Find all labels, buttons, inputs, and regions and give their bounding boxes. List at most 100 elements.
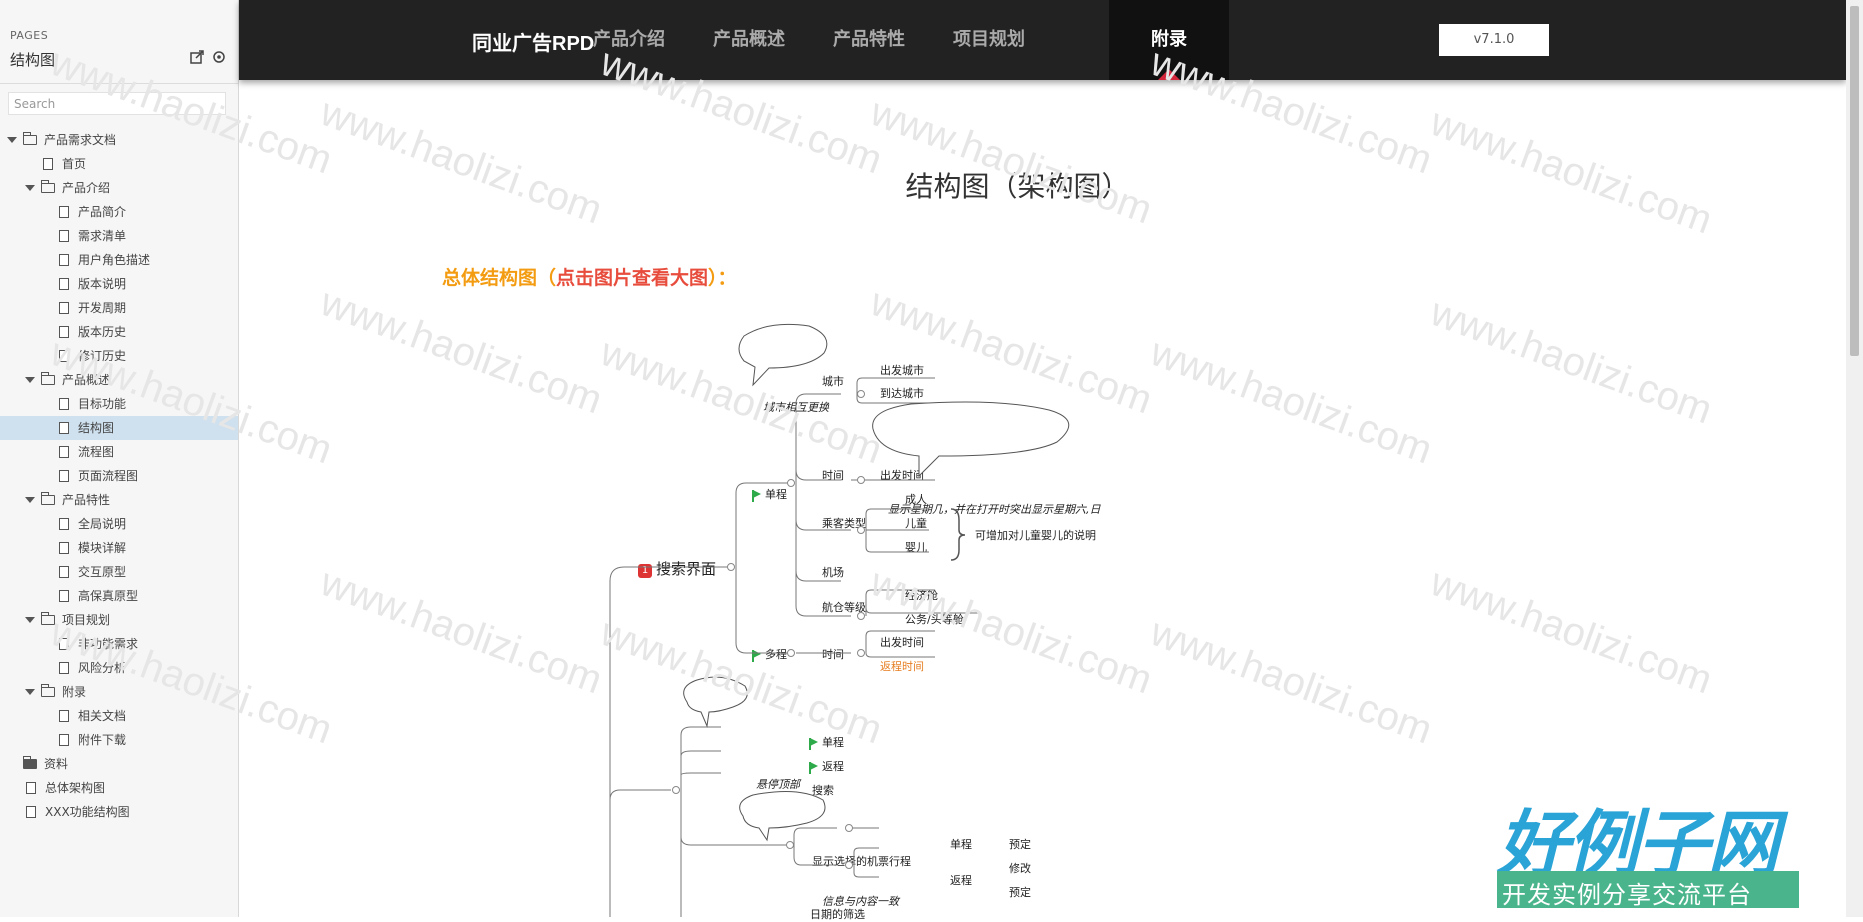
folder-icon xyxy=(22,132,37,145)
page-icon xyxy=(59,518,69,530)
tree-item[interactable]: 附录 xyxy=(0,680,238,704)
tree-item[interactable]: 开发周期 xyxy=(0,296,238,320)
connector xyxy=(795,483,851,531)
tree-item-label: 需求清单 xyxy=(78,229,127,243)
page-icon xyxy=(59,350,69,362)
sidebar: PAGES 结构图 产品需求文档首页产品介绍产品简介需求清单用户角色描述版本说明… xyxy=(0,0,239,917)
connector xyxy=(795,393,841,483)
expand-toggle-icon[interactable] xyxy=(7,137,17,143)
tree-item-label: 总体架构图 xyxy=(45,781,106,795)
tree-item-label: 资料 xyxy=(44,757,69,771)
page-icon xyxy=(59,638,69,650)
tree-item[interactable]: 非功能需求 xyxy=(0,632,238,656)
collapse-toggle xyxy=(845,824,853,832)
expand-toggle-icon[interactable] xyxy=(25,185,35,191)
tree-item[interactable]: 产品需求文档 xyxy=(0,128,238,152)
callout-top xyxy=(683,676,748,728)
callout-city-swap xyxy=(738,323,828,387)
collapse-toggle xyxy=(857,526,865,534)
page-icon xyxy=(26,782,36,794)
tree-item[interactable]: 总体架构图 xyxy=(0,776,238,800)
collapse-toggle xyxy=(727,563,735,571)
tree-item[interactable]: 页面流程图 xyxy=(0,464,238,488)
tree-item-label: 高保真原型 xyxy=(78,589,139,603)
collapse-toggle xyxy=(857,612,865,620)
tree-item[interactable]: 相关文档 xyxy=(0,704,238,728)
tree-item[interactable]: 全局说明 xyxy=(0,512,238,536)
collapse-toggle xyxy=(786,841,794,849)
tree-item[interactable]: 版本说明 xyxy=(0,272,238,296)
page-icon xyxy=(59,326,69,338)
nav-item-product-overview[interactable]: 产品概述 xyxy=(689,0,809,80)
nav-item-product-features[interactable]: 产品特性 xyxy=(809,0,929,80)
connector xyxy=(680,750,721,790)
expand-toggle-icon[interactable] xyxy=(25,689,35,695)
tree-item[interactable]: 产品介绍 xyxy=(0,176,238,200)
connector xyxy=(865,607,932,616)
nav-item-product-intro[interactable]: 产品介绍 xyxy=(569,0,689,80)
tree-item[interactable]: 资料 xyxy=(0,752,238,776)
connector xyxy=(793,827,837,845)
version-box: v7.1.0 xyxy=(1439,24,1549,56)
export-icon[interactable] xyxy=(190,50,204,64)
tree-item[interactable]: 版本历史 xyxy=(0,320,238,344)
nav-item-appendix[interactable]: 附录 xyxy=(1109,0,1229,80)
tree-item-label: 附件下载 xyxy=(78,733,127,747)
tree-item[interactable]: 目标功能 xyxy=(0,392,238,416)
collapse-toggle xyxy=(787,479,795,487)
connector xyxy=(865,630,913,653)
passenger-brace xyxy=(950,508,966,561)
connector xyxy=(680,726,721,790)
tree-item[interactable]: 风险分析 xyxy=(0,656,238,680)
current-page-title: 结构图 xyxy=(10,51,56,69)
page-icon xyxy=(59,302,69,314)
tree-item[interactable]: 修订历史 xyxy=(0,344,238,368)
expand-toggle-icon[interactable] xyxy=(25,617,35,623)
scrollbar-thumb[interactable] xyxy=(1850,6,1859,356)
tree-item[interactable]: 项目规划 xyxy=(0,608,238,632)
expand-toggle-icon[interactable] xyxy=(25,377,35,383)
tree-item[interactable]: 高保真原型 xyxy=(0,584,238,608)
connector xyxy=(865,652,913,658)
callout-weekday xyxy=(872,401,1070,478)
tree-item[interactable]: 产品概述 xyxy=(0,368,238,392)
page-icon xyxy=(59,422,69,434)
tree-item-label: XXX功能结构图 xyxy=(45,805,130,819)
page-tree: 产品需求文档首页产品介绍产品简介需求清单用户角色描述版本说明开发周期 版本历史 修订… xyxy=(0,128,238,824)
callout-consistent xyxy=(739,791,826,842)
page-icon xyxy=(59,230,69,242)
tree-item-label: 产品介绍 xyxy=(62,181,111,195)
collapse-toggle xyxy=(787,649,795,657)
tree-item-label: 版本说明 xyxy=(78,277,127,291)
connector xyxy=(609,566,731,582)
page-icon xyxy=(43,158,53,170)
tree-item-label: 模块详解 xyxy=(78,541,127,555)
connector xyxy=(680,772,721,790)
expand-toggle-icon[interactable] xyxy=(25,497,35,503)
search-input[interactable] xyxy=(8,92,226,115)
tree-item[interactable]: 产品简介 xyxy=(0,200,238,224)
tree-item-label: 项目规划 xyxy=(62,613,111,627)
tree-item[interactable]: XXX功能结构图 xyxy=(0,800,238,824)
connector xyxy=(865,589,913,616)
folder-icon xyxy=(22,756,37,769)
tree-item[interactable]: 需求清单 xyxy=(0,224,238,248)
tree-item[interactable]: 模块详解 xyxy=(0,536,238,560)
vertical-scrollbar[interactable] xyxy=(1846,0,1863,917)
connector xyxy=(795,483,841,582)
tree-item[interactable]: 交互原型 xyxy=(0,560,238,584)
nav-item-project-plan[interactable]: 项目规划 xyxy=(929,0,1049,80)
connector xyxy=(795,469,841,483)
tree-item[interactable]: 结构图 xyxy=(0,416,238,440)
tree-item[interactable]: 产品特性 xyxy=(0,488,238,512)
page-icon xyxy=(59,542,69,554)
tree-item-label: 首页 xyxy=(62,157,87,171)
tree-item-label: 目标功能 xyxy=(78,397,127,411)
page-icon xyxy=(59,398,69,410)
tree-item[interactable]: 流程图 xyxy=(0,440,238,464)
logo-tagline: 开发实例分享交流平台 xyxy=(1502,881,1752,909)
settings-icon[interactable] xyxy=(212,50,226,64)
tree-item[interactable]: 附件下载 xyxy=(0,728,238,752)
tree-item[interactable]: 首页 xyxy=(0,152,238,176)
tree-item[interactable]: 用户角色描述 xyxy=(0,248,238,272)
